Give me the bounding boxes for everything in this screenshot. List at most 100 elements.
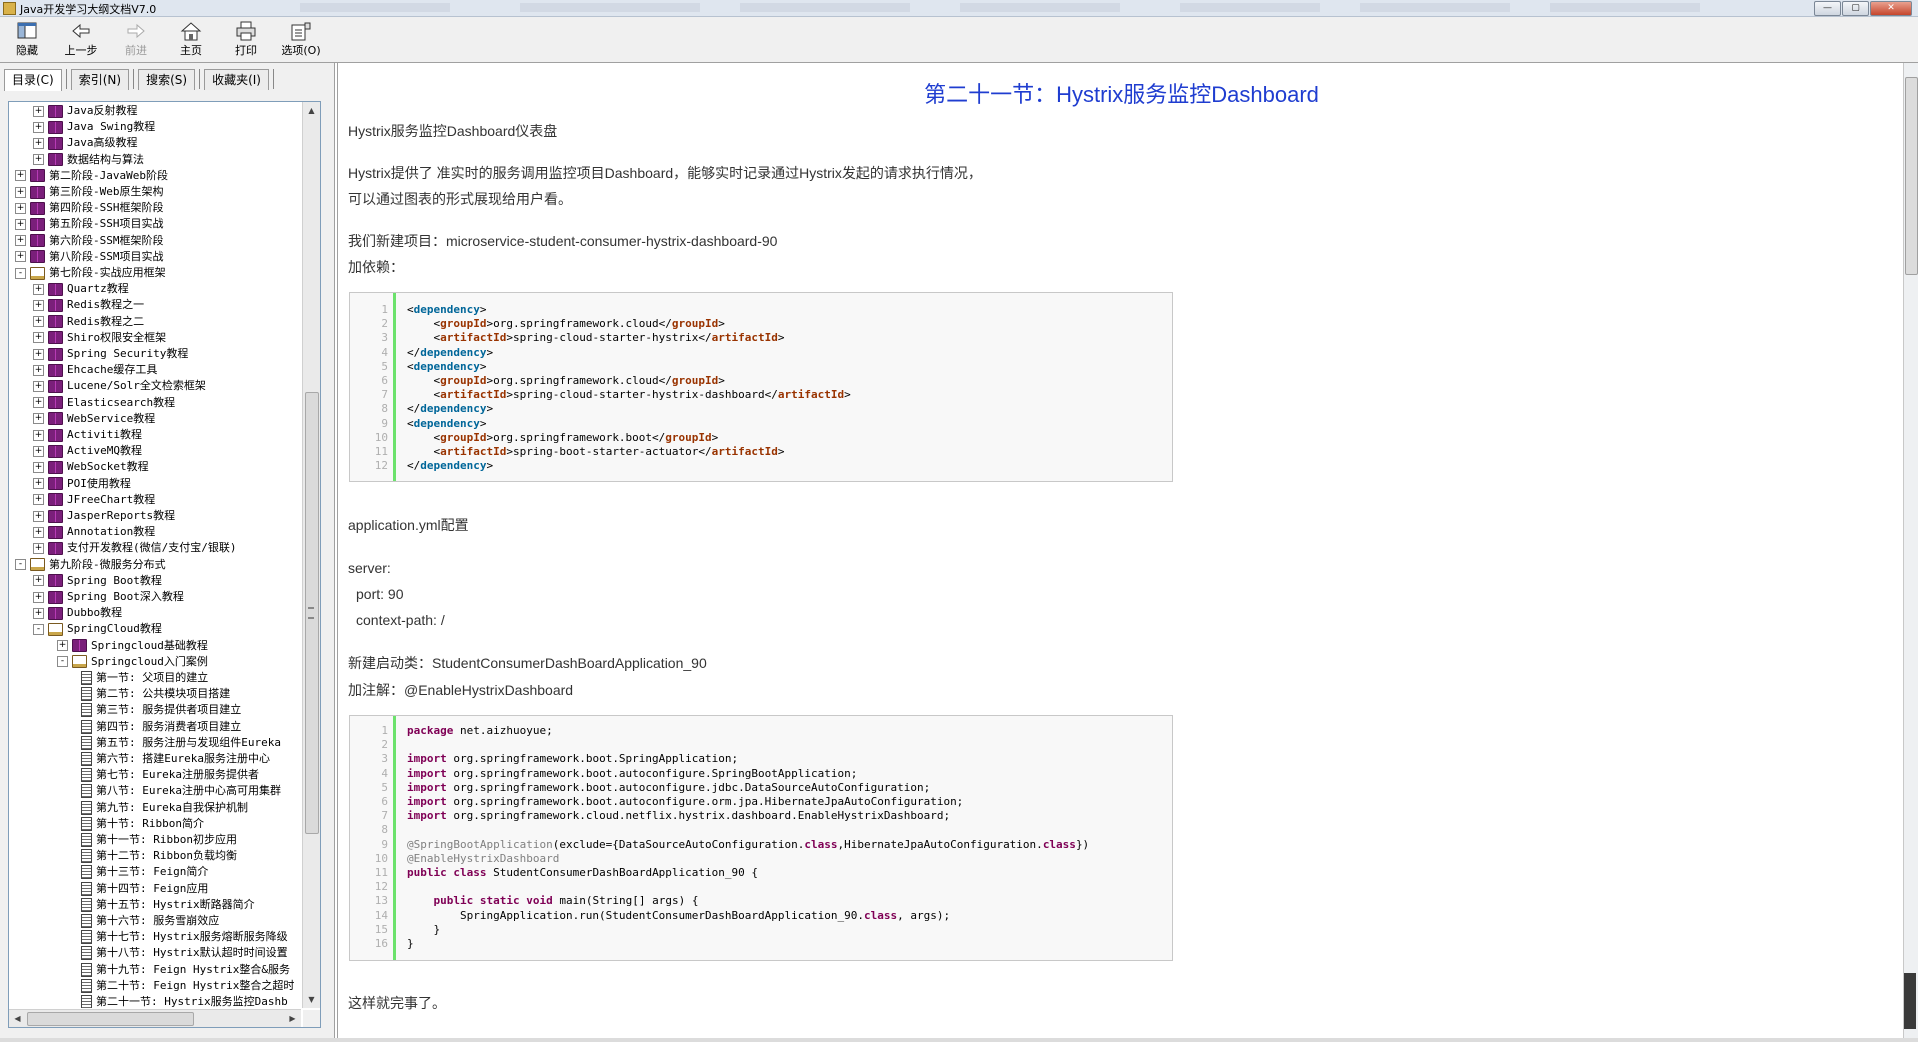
tree-item[interactable]: 第十一节: Ribbon初步应用 [81,832,237,848]
expand-icon[interactable]: + [15,218,26,230]
tree-item[interactable]: + WebSocket教程 [33,459,149,475]
tree-item[interactable]: + Spring Security教程 [33,346,188,362]
tree-item[interactable]: + Java反射教程 [33,103,138,119]
tab-index[interactable]: 索引(N) [70,69,130,90]
expand-icon[interactable]: + [33,575,44,587]
tree-item[interactable]: 第十四节: Feign应用 [81,881,208,897]
tree-item[interactable]: + Activiti教程 [33,427,142,443]
expand-icon[interactable]: + [33,364,44,376]
tree-item[interactable]: - 第九阶段-微服务分布式 [15,557,166,573]
tree-item[interactable]: 第九节: Eureka自我保护机制 [81,800,248,816]
tree-item[interactable]: 第十七节: Hystrix服务熔断服务降级 [81,929,288,945]
tree-item[interactable]: 第十二节: Ribbon负载均衡 [81,848,237,864]
tree-item[interactable]: - 第七阶段-实战应用框架 [15,265,166,281]
tree-item[interactable]: 第七节: Eureka注册服务提供者 [81,767,259,783]
expand-icon[interactable]: + [33,105,44,117]
expand-icon[interactable]: + [33,380,44,392]
tree-item[interactable]: + JFreeChart教程 [33,492,155,508]
tree-hscroll-thumb[interactable] [27,1012,194,1026]
content-scroll-thumb[interactable] [1905,77,1918,275]
tree-item[interactable]: + Springcloud基础教程 [57,638,208,654]
tree-item[interactable]: + 数据结构与算法 [33,152,144,168]
expand-icon[interactable]: + [33,137,44,149]
expand-icon[interactable]: + [33,526,44,538]
tree-item[interactable]: 第十九节: Feign Hystrix整合&服务 [81,962,290,978]
print-button[interactable]: 打印 [220,21,272,59]
tree-item[interactable]: + Elasticsearch教程 [33,395,175,411]
home-button[interactable]: 主页 [165,21,217,59]
collapse-icon[interactable]: - [57,656,68,668]
tab-search[interactable]: 搜索(S) [138,69,196,90]
tree-item[interactable]: + Redis教程之二 [33,314,144,330]
expand-icon[interactable]: + [33,283,44,295]
tab-favorites[interactable]: 收藏夹(I) [204,69,269,90]
expand-icon[interactable]: + [33,348,44,360]
content-vertical-scrollbar[interactable] [1903,63,1918,1038]
options-button[interactable]: 选项(O) [275,21,327,59]
expand-icon[interactable]: + [33,413,44,425]
expand-icon[interactable]: + [33,332,44,344]
expand-icon[interactable]: + [57,640,68,652]
expand-icon[interactable]: + [33,121,44,133]
tree-item[interactable]: 第八节: Eureka注册中心高可用集群 [81,783,281,799]
tree-item[interactable]: + POI使用教程 [33,476,131,492]
tree-item[interactable]: + Redis教程之一 [33,297,144,313]
tree-item[interactable]: 第十八节: Hystrix默认超时时间设置 [81,945,288,961]
maximize-button[interactable]: ▢ [1842,1,1869,16]
tree-item[interactable]: - Springcloud入门案例 [57,654,208,670]
tree-item[interactable]: + 第五阶段-SSH项目实战 [15,216,164,232]
tree-item[interactable]: + 第八阶段-SSM项目实战 [15,249,164,265]
tree-vertical-scrollbar[interactable]: ▲ ▼ [302,102,320,1008]
tree-item[interactable]: 第二十节: Feign Hystrix整合之超时 [81,978,294,994]
collapse-icon[interactable]: - [33,623,44,635]
tree-item[interactable]: + Java Swing教程 [33,119,155,135]
back-button[interactable]: 上一步 [55,21,107,59]
expand-icon[interactable]: + [33,445,44,457]
expand-icon[interactable]: + [15,186,26,198]
tree-item[interactable]: 第六节: 搭建Eureka服务注册中心 [81,751,270,767]
tree-item[interactable]: + Shiro权限安全框架 [33,330,166,346]
expand-icon[interactable]: + [33,316,44,328]
tree-item[interactable]: 第四节: 服务消费者项目建立 [81,719,241,735]
expand-icon[interactable]: + [33,397,44,409]
close-button[interactable]: ✕ [1870,1,1912,16]
tree-item[interactable]: 第十六节: 服务雪崩效应 [81,913,219,929]
tree-item[interactable]: 第三节: 服务提供者项目建立 [81,702,241,718]
tree-item[interactable]: 第二节: 公共模块项目搭建 [81,686,230,702]
tree-item[interactable]: + 第四阶段-SSH框架阶段 [15,200,164,216]
tree-item[interactable]: + Lucene/Solr全文检索框架 [33,378,206,394]
tree-item[interactable]: 第十五节: Hystrix断路器简介 [81,897,255,913]
expand-icon[interactable]: + [33,461,44,473]
expand-icon[interactable]: + [33,299,44,311]
tree-item[interactable]: + 支付开发教程(微信/支付宝/银联) [33,540,237,556]
tree-item[interactable]: + JasperReports教程 [33,508,175,524]
tree-item[interactable]: + WebService教程 [33,411,155,427]
tree-item[interactable]: 第十三节: Feign简介 [81,864,208,880]
tree-item[interactable]: 第二十一节: Hystrix服务监控Dashb [81,994,288,1008]
tree-item[interactable]: + 第六阶段-SSM框架阶段 [15,233,164,249]
expand-icon[interactable]: + [15,235,26,247]
expand-icon[interactable]: + [33,429,44,441]
expand-icon[interactable]: + [33,510,44,522]
expand-icon[interactable]: + [33,591,44,603]
expand-icon[interactable]: + [15,251,26,263]
tree-item[interactable]: + Annotation教程 [33,524,155,540]
tab-contents[interactable]: 目录(C) [4,69,62,91]
scroll-up-arrow-icon[interactable]: ▲ [303,102,320,119]
tree-item[interactable]: + ActiveMQ教程 [33,443,142,459]
expand-icon[interactable]: + [33,154,44,166]
collapse-icon[interactable]: - [15,559,26,571]
tree-horizontal-scrollbar[interactable]: ◀ ▶ [9,1009,301,1027]
scroll-right-arrow-icon[interactable]: ▶ [284,1010,301,1027]
scroll-down-arrow-icon[interactable]: ▼ [303,991,320,1008]
tree-item[interactable]: + Spring Boot深入教程 [33,589,184,605]
expand-icon[interactable]: + [33,607,44,619]
expand-icon[interactable]: + [33,478,44,490]
tree-item[interactable]: + Dubbo教程 [33,605,122,621]
expand-icon[interactable]: + [15,170,26,182]
expand-icon[interactable]: + [33,494,44,506]
expand-icon[interactable]: + [15,202,26,214]
tree-item[interactable]: 第一节: 父项目的建立 [81,670,208,686]
minimize-button[interactable]: — [1814,1,1841,16]
tree-item[interactable]: 第五节: 服务注册与发现组件Eureka [81,735,281,751]
